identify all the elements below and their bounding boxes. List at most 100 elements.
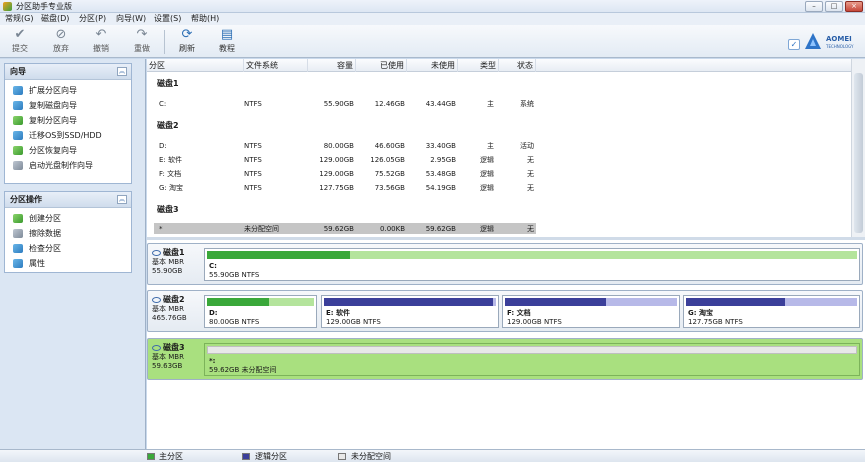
partition-block-d[interactable]: D: 80.00GB NTFS bbox=[204, 295, 317, 328]
tutorial-label: 教程 bbox=[219, 44, 235, 53]
col-free[interactable]: 未使用 bbox=[407, 59, 458, 72]
cell-partition[interactable]: C: bbox=[159, 100, 166, 109]
partition-block-e[interactable]: E: 软件 129.00GB NTFS bbox=[321, 295, 499, 328]
wizard-extend-partition[interactable]: 扩展分区向导 bbox=[13, 84, 128, 97]
partition-block-unallocated[interactable]: *: 59.62GB 未分配空间 bbox=[204, 343, 860, 376]
usage-fill bbox=[207, 251, 350, 259]
copy-disk-icon bbox=[13, 101, 23, 110]
disk-size: 59.63GB bbox=[152, 362, 183, 370]
cell-partition[interactable]: E: 软件 bbox=[159, 156, 182, 165]
disk-icon bbox=[152, 296, 161, 303]
legend-unallocated: 未分配空间 bbox=[351, 452, 391, 461]
wizard-panel-header[interactable]: 向导 ︽ bbox=[5, 64, 131, 80]
collapse-icon[interactable]: ︽ bbox=[117, 67, 127, 76]
disk-group-label: 磁盘3 bbox=[157, 205, 179, 214]
wizard-item-label: 分区恢复向导 bbox=[29, 146, 77, 155]
close-button[interactable]: × bbox=[845, 1, 863, 12]
cell-partition[interactable]: * bbox=[159, 225, 163, 234]
op-check-partition[interactable]: 检查分区 bbox=[13, 242, 128, 255]
cell-used: 46.60GB bbox=[374, 142, 405, 150]
menu-partition[interactable]: 分区(P) bbox=[79, 14, 106, 24]
wizard-migrate-os[interactable]: 迁移OS到SSD/HDD bbox=[13, 129, 128, 142]
cell-partition[interactable]: G: 淘宝 bbox=[159, 184, 183, 193]
wizard-copy-partition[interactable]: 复制分区向导 bbox=[13, 114, 128, 127]
legend-primary: 主分区 bbox=[159, 452, 183, 461]
wizard-item-label: 复制磁盘向导 bbox=[29, 101, 77, 110]
op-wipe-data[interactable]: 擦除数据 bbox=[13, 227, 128, 240]
col-filesystem[interactable]: 文件系统 bbox=[244, 59, 308, 72]
menu-settings[interactable]: 设置(S) bbox=[154, 14, 181, 24]
col-type[interactable]: 类型 bbox=[458, 59, 499, 72]
disk-type: 基本 MBR bbox=[152, 353, 184, 361]
extend-icon bbox=[13, 86, 23, 95]
cell-status: 活动 bbox=[520, 142, 534, 150]
minimize-button[interactable]: – bbox=[805, 1, 823, 12]
menu-wizard[interactable]: 向导(W) bbox=[116, 14, 146, 24]
op-create-partition[interactable]: 创建分区 bbox=[13, 212, 128, 225]
wizard-copy-disk[interactable]: 复制磁盘向导 bbox=[13, 99, 128, 112]
cell-fs: NTFS bbox=[244, 184, 262, 192]
partition-ops-panel: 分区操作 ︽ 创建分区 擦除数据 检查分区 属性 bbox=[4, 191, 132, 273]
partition-name: *: bbox=[209, 357, 216, 365]
op-properties[interactable]: 属性 bbox=[13, 257, 128, 270]
cell-fs: NTFS bbox=[244, 142, 262, 150]
menu-general[interactable]: 常规(G) bbox=[5, 14, 33, 24]
partition-size: 80.00GB NTFS bbox=[209, 318, 260, 326]
pane-splitter[interactable] bbox=[147, 237, 865, 240]
table-header: 分区 文件系统 容量 已使用 未使用 类型 状态 bbox=[147, 59, 865, 72]
menu-help[interactable]: 帮助(H) bbox=[191, 14, 219, 24]
partition-block-c[interactable]: C: 55.90GB NTFS bbox=[204, 248, 860, 281]
disk-card-3[interactable]: 磁盘3 基本 MBR 59.63GB *: 59.62GB 未分配空间 bbox=[147, 338, 863, 380]
table-scrollbar[interactable] bbox=[851, 59, 865, 239]
toolbar: ✔ 提交 ⊘ 放弃 ↶ 撤销 ↷ 重做 ⟳ 刷新 ▤ 教程 bbox=[0, 25, 865, 58]
partition-size: 59.62GB 未分配空间 bbox=[209, 366, 277, 374]
commit-button[interactable]: ✔ 提交 bbox=[5, 28, 35, 56]
cell-type: 逻辑 bbox=[480, 156, 494, 164]
unallocated-legend-swatch bbox=[338, 453, 346, 460]
cell-capacity: 59.62GB bbox=[323, 225, 354, 233]
undo-button[interactable]: ↶ 撤销 bbox=[86, 28, 116, 56]
wizard-bootable-media[interactable]: 启动光盘制作向导 bbox=[13, 159, 128, 172]
cell-used: 12.46GB bbox=[374, 100, 405, 108]
col-status[interactable]: 状态 bbox=[499, 59, 536, 72]
check-partition-icon bbox=[13, 244, 23, 253]
tutorial-button[interactable]: ▤ 教程 bbox=[212, 28, 242, 56]
commit-label: 提交 bbox=[12, 44, 28, 53]
cell-partition[interactable]: F: 文档 bbox=[159, 170, 181, 179]
partition-size: 129.00GB NTFS bbox=[326, 318, 381, 326]
disk-card-1[interactable]: 磁盘1 基本 MBR 55.90GB C: 55.90GB NTFS bbox=[147, 243, 863, 285]
partition-block-f[interactable]: F: 文档 129.00GB NTFS bbox=[502, 295, 680, 328]
disk-group-label: 磁盘2 bbox=[157, 121, 179, 130]
disk-title-text: 磁盘3 bbox=[163, 343, 185, 352]
create-partition-icon bbox=[13, 214, 23, 223]
ops-panel-header[interactable]: 分区操作 ︽ bbox=[5, 192, 131, 208]
wizard-panel-title: 向导 bbox=[10, 67, 26, 76]
cell-free: 33.40GB bbox=[425, 142, 456, 150]
redo-label: 重做 bbox=[134, 44, 150, 53]
col-partition[interactable]: 分区 bbox=[147, 59, 244, 72]
disk-title: 磁盘2 bbox=[152, 295, 202, 305]
collapse-icon[interactable]: ︽ bbox=[117, 195, 127, 204]
cell-capacity: 127.75GB bbox=[319, 184, 354, 192]
cell-status: 无 bbox=[527, 156, 534, 164]
cell-partition[interactable]: D: bbox=[159, 142, 167, 151]
wizard-partition-recovery[interactable]: 分区恢复向导 bbox=[13, 144, 128, 157]
partition-block-g[interactable]: G: 淘宝 127.75GB NTFS bbox=[683, 295, 860, 328]
partition-name: C: bbox=[209, 262, 217, 270]
col-capacity[interactable]: 容量 bbox=[308, 59, 356, 72]
refresh-icon: ⟳ bbox=[181, 27, 193, 42]
cell-used: 75.52GB bbox=[374, 170, 405, 178]
redo-button[interactable]: ↷ 重做 bbox=[127, 28, 157, 56]
wizard-item-label: 启动光盘制作向导 bbox=[29, 161, 93, 170]
maximize-button[interactable]: □ bbox=[825, 1, 843, 12]
scroll-thumb[interactable] bbox=[854, 73, 863, 233]
cell-free: 54.19GB bbox=[425, 184, 456, 192]
disk-info: 磁盘3 基本 MBR 59.63GB bbox=[152, 343, 202, 371]
disk-card-2[interactable]: 磁盘2 基本 MBR 465.76GB D: 80.00GB NTFS E: 软… bbox=[147, 290, 863, 332]
cell-type: 逻辑 bbox=[480, 225, 494, 233]
menu-disk[interactable]: 磁盘(D) bbox=[41, 14, 69, 24]
discard-button[interactable]: ⊘ 放弃 bbox=[46, 28, 76, 56]
refresh-button[interactable]: ⟳ 刷新 bbox=[172, 28, 202, 56]
col-used[interactable]: 已使用 bbox=[356, 59, 407, 72]
check-badge-icon[interactable]: ✓ bbox=[788, 39, 800, 50]
